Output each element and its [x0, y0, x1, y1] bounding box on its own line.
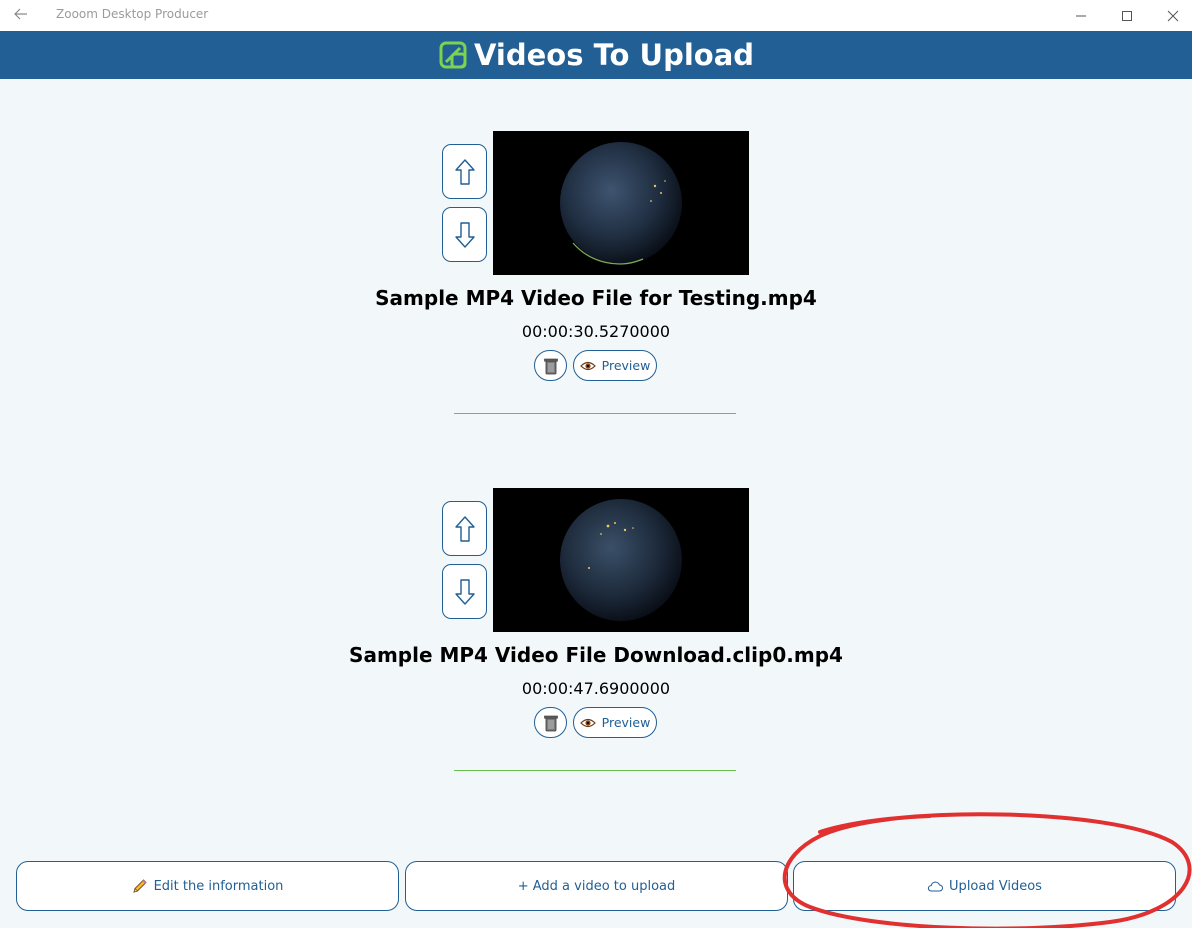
arrow-up-icon	[454, 515, 475, 542]
minimize-icon	[1076, 15, 1086, 16]
eye-icon	[579, 360, 596, 372]
upload-videos-button[interactable]: Upload Videos	[793, 861, 1176, 911]
edit-information-label: Edit the information	[153, 878, 284, 894]
video-duration: 00:00:47.6900000	[521, 679, 671, 698]
page-header: Videos To Upload	[0, 31, 1192, 79]
upload-videos-label: Upload Videos	[949, 878, 1042, 894]
eye-icon	[579, 717, 596, 729]
maximize-button[interactable]	[1104, 0, 1150, 31]
pencil-icon	[132, 878, 148, 894]
cloud-icon	[927, 881, 943, 892]
delete-video-button[interactable]	[534, 707, 567, 738]
delete-video-button[interactable]	[534, 350, 567, 381]
move-up-button[interactable]	[442, 501, 487, 556]
video-filename: Sample MP4 Video File for Testing.mp4	[375, 286, 817, 310]
video-thumbnail[interactable]	[493, 488, 749, 632]
preview-button[interactable]: Preview	[573, 707, 657, 738]
preview-label: Preview	[601, 358, 651, 373]
page-title: Videos To Upload	[473, 38, 755, 72]
divider	[454, 413, 736, 414]
close-button[interactable]	[1150, 0, 1192, 31]
video-thumbnail[interactable]	[493, 131, 749, 275]
close-icon	[1167, 10, 1179, 21]
move-down-button[interactable]	[442, 564, 487, 619]
edit-information-button[interactable]: Edit the information	[16, 861, 399, 911]
preview-button[interactable]: Preview	[573, 350, 657, 381]
back-arrow-icon[interactable]	[10, 4, 32, 26]
maximize-icon	[1122, 10, 1132, 21]
preview-label: Preview	[601, 715, 651, 730]
video-duration: 00:00:30.5270000	[521, 322, 671, 341]
zooom-logo-icon	[439, 41, 467, 69]
video-filename: Sample MP4 Video File Download.clip0.mp4	[349, 643, 843, 667]
arrow-down-icon	[454, 221, 475, 248]
add-video-button[interactable]: + Add a video to upload	[405, 861, 788, 911]
window-title: Zooom Desktop Producer	[56, 7, 209, 21]
window-title-bar: Zooom Desktop Producer	[0, 0, 1192, 31]
arrow-up-icon	[454, 158, 475, 185]
trash-icon	[543, 358, 558, 374]
move-up-button[interactable]	[442, 144, 487, 199]
minimize-button[interactable]	[1058, 0, 1104, 31]
arrow-down-icon	[454, 578, 475, 605]
move-down-button[interactable]	[442, 207, 487, 262]
add-video-label: + Add a video to upload	[517, 878, 676, 894]
divider	[454, 770, 736, 771]
trash-icon	[543, 715, 558, 731]
